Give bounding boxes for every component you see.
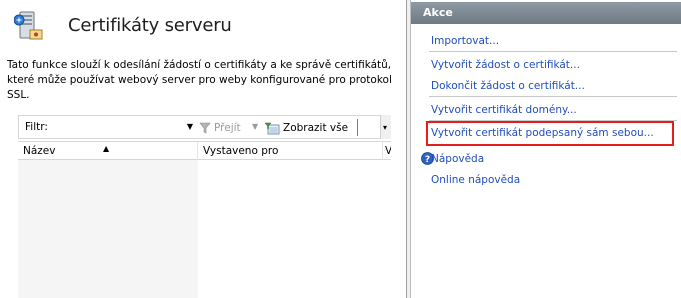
- filter-label: Filtr:: [25, 121, 48, 133]
- actions-pane: Akce Importovat... Vytvořit žádost o cer…: [410, 0, 681, 298]
- certificates-list[interactable]: [18, 160, 391, 298]
- online-help-link[interactable]: Online nápověda: [431, 174, 520, 186]
- create-domain-certificate-link[interactable]: Vytvořit certifikát domény...: [431, 104, 577, 116]
- column-header-name[interactable]: Název ▲: [18, 142, 198, 160]
- help-link[interactable]: Nápověda: [431, 153, 484, 165]
- go-label: Přejít: [214, 122, 241, 134]
- chevron-down-icon: ▼: [186, 122, 193, 131]
- column-header-issued-by-label: Vy: [385, 145, 391, 157]
- create-certificate-request-link[interactable]: Vytvořit žádost o certifikát...: [431, 59, 580, 71]
- certificates-list-header: Název ▲ Vystaveno pro Vy: [18, 141, 391, 160]
- page-title: Certifikáty serveru: [68, 15, 232, 36]
- feature-description: Tato funkce slouží k odesílání žádostí o…: [7, 59, 392, 101]
- actions-header: Akce: [411, 2, 681, 24]
- column-header-issued-to-label: Vystaveno pro: [203, 145, 279, 157]
- go-button[interactable]: Přejít: [199, 120, 241, 136]
- go-options-arrow-icon[interactable]: ▼: [252, 122, 258, 131]
- certificates-feature-panel: Certifikáty serveru Tato funkce slouží k…: [0, 0, 407, 298]
- filter-dropdown[interactable]: ▼: [69, 119, 194, 135]
- column-header-issued-to[interactable]: Vystaveno pro: [198, 142, 383, 160]
- action-divider: [429, 96, 677, 97]
- column-header-name-label: Název: [23, 145, 56, 157]
- action-divider: [429, 51, 677, 52]
- toolbar-separator: [357, 119, 358, 136]
- name-column-background: [18, 160, 198, 298]
- import-link[interactable]: Importovat...: [431, 35, 499, 47]
- column-header-issued-by[interactable]: Vy: [383, 142, 391, 160]
- show-all-button[interactable]: Zobrazit vše: [264, 119, 348, 137]
- filter-toolbar: Filtr: ▼ Přejít ▼ Zobrazit vše: [18, 115, 391, 139]
- show-all-icon: [264, 122, 280, 135]
- server-certificate-icon: [14, 11, 43, 40]
- show-all-label: Zobrazit vše: [283, 122, 349, 134]
- list-scroll-button[interactable]: ▾: [380, 115, 391, 139]
- svg-text:?: ?: [425, 155, 430, 165]
- sort-ascending-icon: ▲: [103, 144, 110, 153]
- more-columns-icon: ▾: [383, 123, 388, 132]
- funnel-icon: [199, 122, 211, 134]
- create-self-signed-certificate-link[interactable]: Vytvořit certifikát podepsaný sám sebou.…: [431, 127, 654, 139]
- feature-header: Certifikáty serveru: [0, 0, 406, 52]
- complete-certificate-request-link[interactable]: Dokončit žádost o certifikát...: [431, 80, 585, 92]
